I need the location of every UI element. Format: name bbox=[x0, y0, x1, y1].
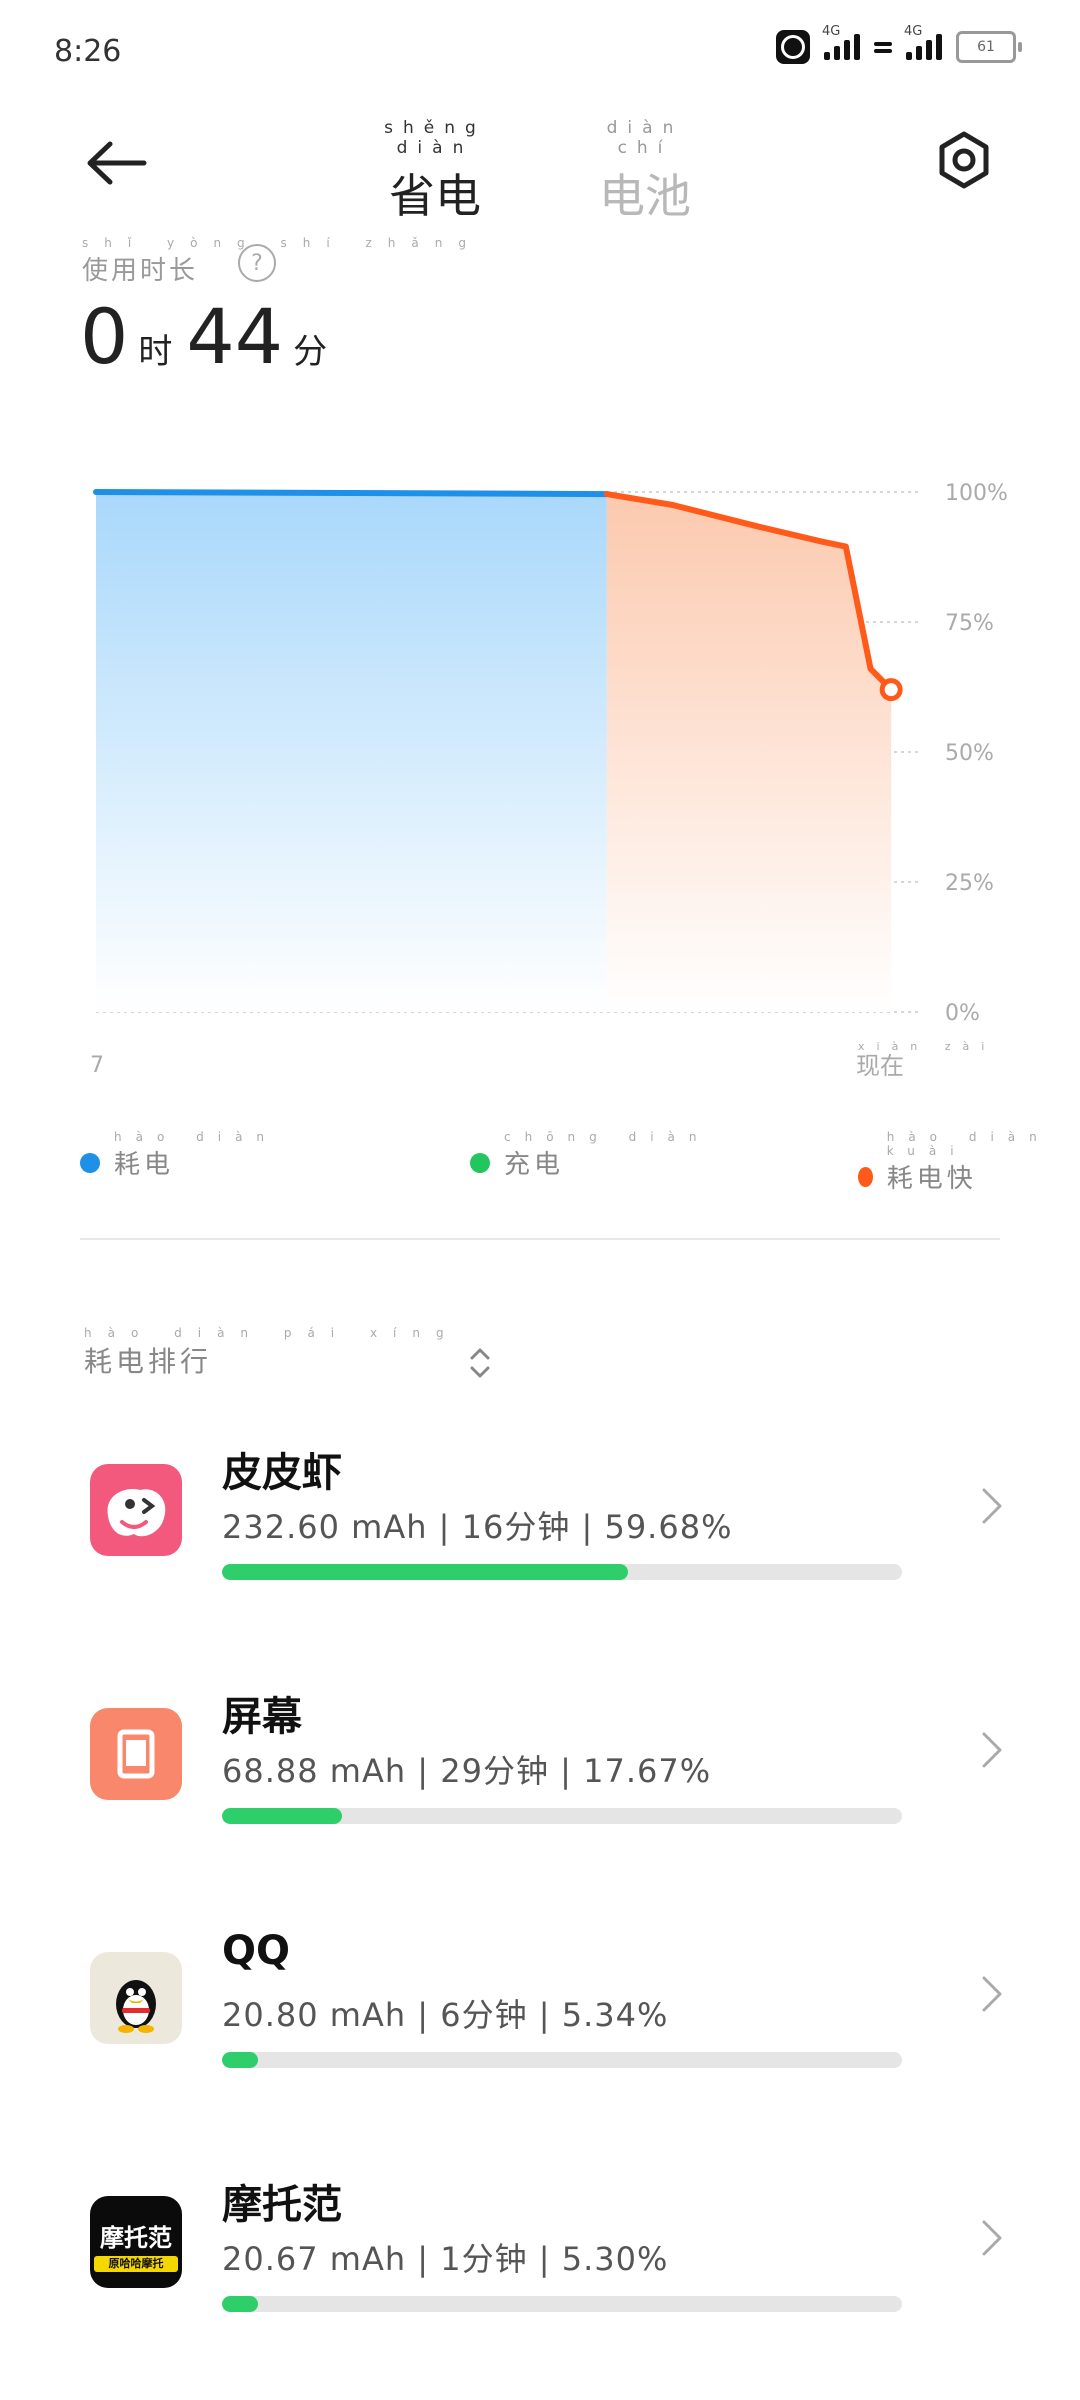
sort-ranking-button[interactable]: hào diàn pái xíng 耗电排行 bbox=[84, 1326, 492, 1380]
app-name: 摩托范 bbox=[222, 2182, 342, 2228]
usage-hours: 0 bbox=[80, 292, 129, 381]
arrow-left-icon[interactable] bbox=[82, 128, 152, 198]
app-row-pipixia[interactable]: 皮皮虾 232.60 mAh | 16分钟 | 59.68% bbox=[0, 1426, 1080, 1666]
status-time: 8:26 bbox=[54, 34, 122, 69]
usage-label: shǐ yòng shí zhǎng 使用时长 bbox=[82, 236, 482, 286]
motuofan-app-icon: 摩托范 原哈哈摩托 bbox=[90, 2196, 182, 2288]
usage-hours-unit: 时 bbox=[138, 332, 173, 372]
signal-icon-2: 4G bbox=[904, 24, 942, 60]
y-tick-label: 0% bbox=[945, 1001, 980, 1026]
legend-dot-charging bbox=[470, 1153, 490, 1173]
status-icons: 4G 4G 61 bbox=[776, 24, 1022, 64]
battery-chart: 100%75%50%25%0%7xiàn zài现在 bbox=[90, 481, 1008, 1080]
screen-app-icon bbox=[90, 1708, 182, 1800]
usage-progress-bar bbox=[222, 2296, 902, 2312]
app-name: 屏幕 bbox=[222, 1694, 302, 1740]
data-transfer-icon bbox=[874, 38, 892, 56]
current-point-marker bbox=[879, 678, 903, 702]
app-stats: 20.80 mAh | 6分钟 | 5.34% bbox=[222, 1996, 669, 2034]
usage-progress-bar bbox=[222, 1808, 902, 1824]
signal-icon: 4G bbox=[822, 24, 860, 60]
app-name: 皮皮虾 bbox=[222, 1450, 342, 1496]
tab-power-saving[interactable]: shěng diàn 省电 bbox=[370, 118, 500, 226]
pipixia-app-icon bbox=[90, 1464, 182, 1556]
usage-minutes: 44 bbox=[186, 292, 284, 381]
chevron-right-icon bbox=[982, 1488, 1002, 1524]
app-row-motuofan[interactable]: 摩托范 原哈哈摩托 摩托范 20.67 mAh | 1分钟 | 5.30% bbox=[0, 2158, 1080, 2398]
y-tick-label: 25% bbox=[945, 871, 994, 896]
app-stats: 68.88 mAh | 29分钟 | 17.67% bbox=[222, 1752, 712, 1790]
chevron-right-icon bbox=[982, 1976, 1002, 2012]
settings-icon[interactable] bbox=[934, 130, 994, 190]
battery-icon: 61 bbox=[956, 31, 1016, 63]
legend-dot-consumption bbox=[80, 1153, 100, 1173]
app-name: QQ bbox=[222, 1928, 291, 1974]
usage-progress-bar bbox=[222, 1564, 902, 1580]
sort-updown-icon bbox=[470, 1348, 490, 1378]
chevron-right-icon bbox=[982, 1732, 1002, 1768]
legend-charging: chōng diàn 充电 bbox=[470, 1130, 711, 1181]
tab-battery[interactable]: diàn chí 电池 bbox=[580, 118, 710, 226]
app-row-qq[interactable]: QQ 20.80 mAh | 6分钟 | 5.34% bbox=[0, 1914, 1080, 2154]
chevron-right-icon bbox=[982, 2220, 1002, 2256]
usage-progress-fill bbox=[222, 2052, 259, 2068]
usage-minutes-unit: 分 bbox=[293, 332, 328, 372]
y-tick-label: 100% bbox=[945, 481, 1008, 506]
usage-duration: 0 时 44 分 bbox=[80, 292, 341, 381]
app-stats: 232.60 mAh | 16分钟 | 59.68% bbox=[222, 1508, 733, 1546]
legend-fast-drain: hào diàn kuài 耗电快 bbox=[858, 1130, 1080, 1195]
usage-progress-bar bbox=[222, 2052, 902, 2068]
series-area bbox=[96, 492, 607, 1012]
qq-app-icon bbox=[90, 1952, 182, 2044]
legend-dot-fast-drain bbox=[858, 1167, 873, 1187]
usage-progress-fill bbox=[222, 1564, 628, 1580]
x-end-label: 现在 bbox=[856, 1052, 904, 1080]
legend-consumption: hào diàn 耗电 bbox=[80, 1130, 278, 1181]
question-circle-icon[interactable]: ? bbox=[238, 244, 276, 282]
y-tick-label: 75% bbox=[945, 611, 994, 636]
alarm-icon bbox=[776, 30, 810, 64]
usage-progress-fill bbox=[222, 1808, 343, 1824]
x-start-label: 7 bbox=[90, 1053, 104, 1078]
divider bbox=[80, 1238, 1000, 1240]
y-tick-label: 50% bbox=[945, 741, 994, 766]
app-stats: 20.67 mAh | 1分钟 | 5.30% bbox=[222, 2240, 669, 2278]
app-row-screen[interactable]: 屏幕 68.88 mAh | 29分钟 | 17.67% bbox=[0, 1670, 1080, 1910]
usage-progress-fill bbox=[222, 2296, 259, 2312]
series-line bbox=[93, 489, 610, 498]
